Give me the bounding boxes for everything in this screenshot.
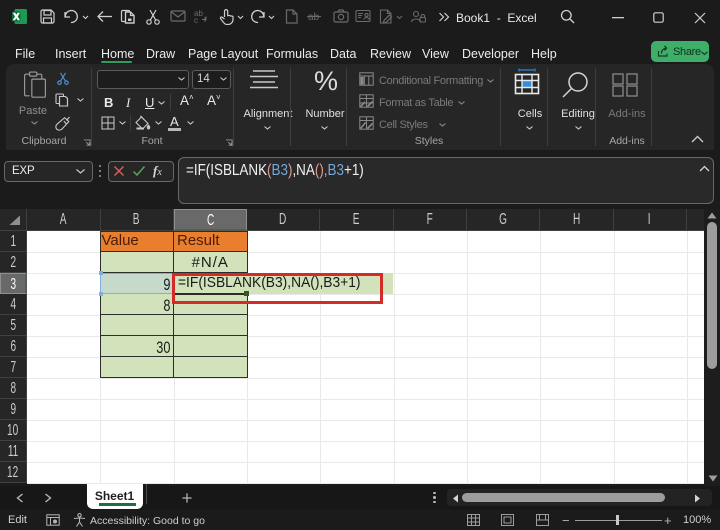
svg-text:ab: ab	[308, 12, 320, 23]
svg-text:c: c	[194, 16, 198, 24]
